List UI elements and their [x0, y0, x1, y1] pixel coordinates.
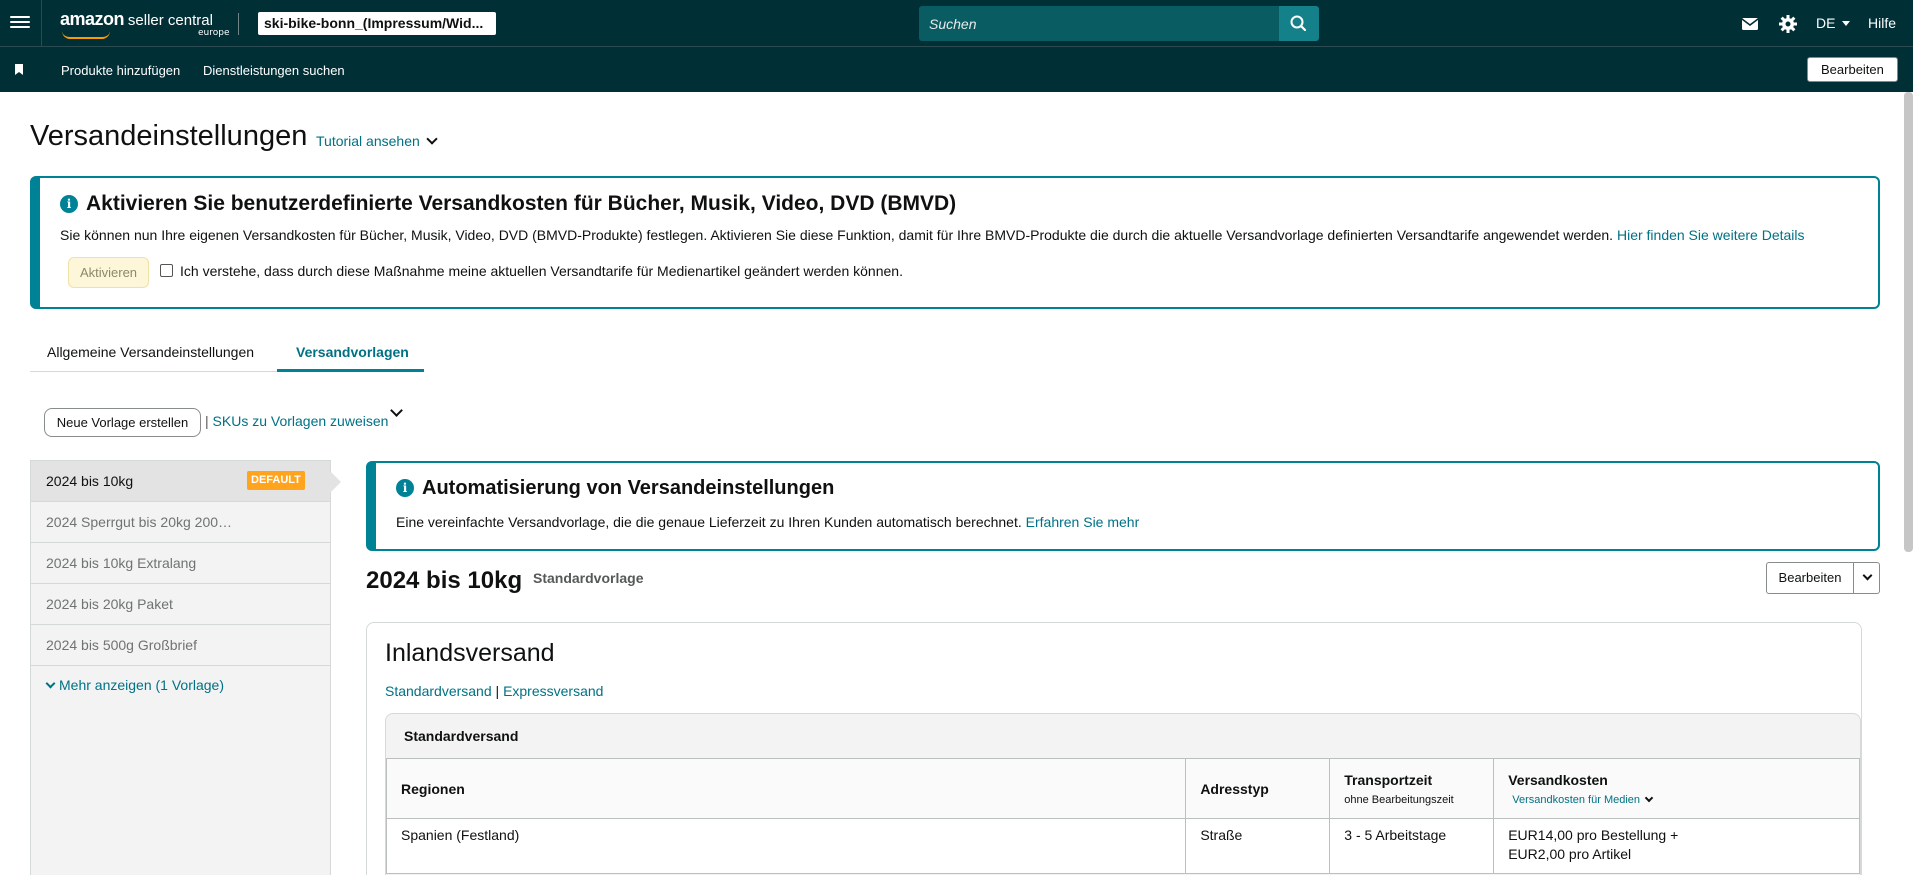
express-shipping-link[interactable]: Expressversand	[503, 683, 603, 699]
top-navigation-bar: amazon seller central europe ski-bike-bo…	[0, 0, 1913, 47]
cost-line-item: EUR2,00 pro Artikel	[1508, 846, 1632, 862]
standard-shipping-link[interactable]: Standardversand	[385, 683, 492, 699]
media-cost-label: Versandkosten für Medien	[1512, 793, 1641, 806]
edit-template-split-button: Bearbeiten	[1766, 562, 1880, 594]
template-item-label: 2024 bis 10kg	[46, 473, 134, 489]
column-header-address-type: Adresstyp	[1185, 758, 1331, 819]
cost-cell: EUR14,00 pro Bestellung + EUR2,00 pro Ar…	[1493, 818, 1860, 874]
chevron-down-icon[interactable]	[390, 404, 403, 417]
separator: |	[495, 683, 500, 699]
standard-shipping-table-title: Standardversand	[404, 728, 519, 744]
search-input[interactable]: Suchen	[919, 6, 1280, 41]
automation-alert-body: Eine vereinfachte Versandvorlage, die di…	[396, 514, 1022, 530]
chevron-down-icon[interactable]	[1862, 570, 1873, 581]
active-tab-indicator	[277, 369, 424, 372]
info-icon: i	[396, 479, 414, 497]
page-scrollbar[interactable]	[1904, 92, 1913, 552]
subnav-find-services[interactable]: Dienstleistungen suchen	[203, 63, 345, 78]
secondary-navigation-bar: Produkte hinzufügen Dienstleistungen suc…	[0, 47, 1913, 92]
divider	[41, 0, 42, 47]
activate-button[interactable]: Aktivieren	[68, 257, 149, 288]
bookmark-icon[interactable]	[14, 64, 24, 76]
standard-shipping-section: Standardversand Regionen Adresstyp Trans…	[385, 713, 1861, 875]
template-type-label: Standardvorlage	[533, 570, 644, 586]
chevron-down-icon	[45, 678, 56, 689]
template-item-2024-bis-10kg[interactable]: 2024 bis 10kg DEFAULT	[31, 461, 341, 502]
address-type-cell: Straße	[1185, 818, 1331, 874]
column-header-cost: Versandkosten Versandkosten für Medien	[1493, 758, 1860, 819]
bmvd-consent-label: Ich verstehe, dass durch diese Maßnahme …	[180, 263, 903, 279]
amazon-seller-central-logo[interactable]: amazon seller central europe	[60, 9, 230, 39]
tutorial-link[interactable]: Tutorial ansehen	[316, 133, 438, 149]
column-header-regions: Regionen	[385, 758, 1187, 819]
learn-more-link[interactable]: Erfahren Sie mehr	[1026, 514, 1140, 530]
table-header-row: Regionen Adresstyp Transportzeit ohne Be…	[385, 758, 1860, 819]
new-template-button[interactable]: Neue Vorlage erstellen	[44, 408, 201, 437]
chevron-down-icon	[1644, 793, 1654, 802]
logo-region-text: europe	[198, 28, 230, 38]
automation-alert-title: Automatisierung von Versandeinstellungen	[422, 477, 835, 499]
shipping-rates-table: Regionen Adresstyp Transportzeit ohne Be…	[385, 758, 1860, 874]
selection-arrow	[330, 471, 341, 493]
account-switcher[interactable]: ski-bike-bonn_(Impressum/Wid...	[258, 12, 496, 35]
info-icon: i	[60, 195, 78, 213]
search-button[interactable]	[1279, 6, 1319, 41]
settings-tabs: Allgemeine Versandeinstellungen Versandv…	[30, 336, 424, 372]
template-title: 2024 bis 10kg	[366, 567, 523, 594]
gear-icon[interactable]	[1777, 13, 1799, 35]
help-link[interactable]: Hilfe	[1868, 15, 1896, 31]
tutorial-label: Tutorial ansehen	[316, 133, 420, 149]
bmvd-alert-title: Aktivieren Sie benutzerdefinierte Versan…	[86, 192, 957, 215]
menu-icon[interactable]	[10, 13, 30, 33]
automation-alert-text: Eine vereinfachte Versandvorlage, die di…	[396, 514, 1139, 530]
template-item-500g-grossbrief[interactable]: 2024 bis 500g Großbrief	[31, 625, 330, 666]
media-cost-dropdown[interactable]: Versandkosten für Medien	[1508, 793, 1845, 806]
show-more-label: Mehr anzeigen (1 Vorlage)	[59, 677, 224, 693]
bmvd-alert-text: Sie können nun Ihre eigenen Versandkoste…	[60, 227, 1805, 243]
transit-cell: 3 - 5 Arbeitstage	[1329, 818, 1495, 874]
cost-header-label: Versandkosten	[1508, 771, 1608, 788]
mail-icon[interactable]	[1739, 13, 1761, 35]
bmvd-alert: i Aktivieren Sie benutzerdefinierte Vers…	[30, 176, 1880, 309]
template-item-extralang[interactable]: 2024 bis 10kg Extralang	[31, 543, 330, 584]
automation-alert: i Automatisierung von Versandeinstellung…	[366, 461, 1880, 551]
search-icon	[1290, 15, 1307, 32]
bmvd-alert-body: Sie können nun Ihre eigenen Versandkoste…	[60, 227, 1614, 243]
cost-line-order: EUR14,00 pro Bestellung +	[1508, 827, 1679, 843]
template-item-sperrgut[interactable]: 2024 Sperrgut bis 20kg 200…	[31, 502, 330, 543]
page-title: Versandeinstellungen	[30, 120, 308, 152]
separator: |	[205, 413, 209, 429]
bmvd-consent-checkbox[interactable]	[160, 264, 173, 277]
tab-general-shipping-settings[interactable]: Allgemeine Versandeinstellungen	[47, 344, 254, 360]
bmvd-details-link[interactable]: Hier finden Sie weitere Details	[1617, 227, 1805, 243]
column-header-transit: Transportzeit ohne Bearbeitungszeit	[1329, 758, 1495, 819]
edit-template-button[interactable]: Bearbeiten	[1767, 563, 1854, 593]
logo-seller-central-text: seller central	[127, 12, 213, 29]
assign-skus-label: SKUs zu Vorlagen zuweisen	[212, 413, 389, 429]
table-row: Spanien (Festland) Straße 3 - 5 Arbeitst…	[385, 818, 1860, 874]
region-cell: Spanien (Festland)	[385, 818, 1187, 874]
template-item-20kg-paket[interactable]: 2024 bis 20kg Paket	[31, 584, 330, 625]
domestic-shipping-title: Inlandsversand	[385, 639, 555, 667]
edit-navigation-button[interactable]: Bearbeiten	[1807, 57, 1898, 82]
chevron-down-icon	[426, 133, 438, 145]
domestic-shipping-card: Inlandsversand Standardversand | Express…	[366, 622, 1862, 875]
transit-header-label: Transportzeit	[1344, 771, 1433, 788]
transit-header-sublabel: ohne Bearbeitungszeit	[1344, 793, 1454, 806]
language-label: DE	[1816, 15, 1836, 31]
subnav-add-products[interactable]: Produkte hinzufügen	[61, 63, 180, 78]
logo-smile	[62, 31, 110, 39]
tab-shipping-templates[interactable]: Versandvorlagen	[296, 344, 409, 360]
language-selector[interactable]: DE	[1816, 15, 1851, 31]
template-list: 2024 bis 10kg DEFAULT 2024 Sperrgut bis …	[30, 460, 341, 875]
divider	[238, 13, 239, 35]
show-more-templates-link[interactable]: Mehr anzeigen (1 Vorlage)	[45, 677, 224, 693]
assign-skus-link[interactable]: | SKUs zu Vorlagen zuweisen	[205, 413, 388, 429]
default-badge: DEFAULT	[247, 471, 305, 490]
shipping-type-links: Standardversand | Expressversand	[385, 683, 603, 699]
logo-amazon-text: amazon	[60, 9, 125, 29]
caret-down-icon	[1842, 21, 1851, 26]
